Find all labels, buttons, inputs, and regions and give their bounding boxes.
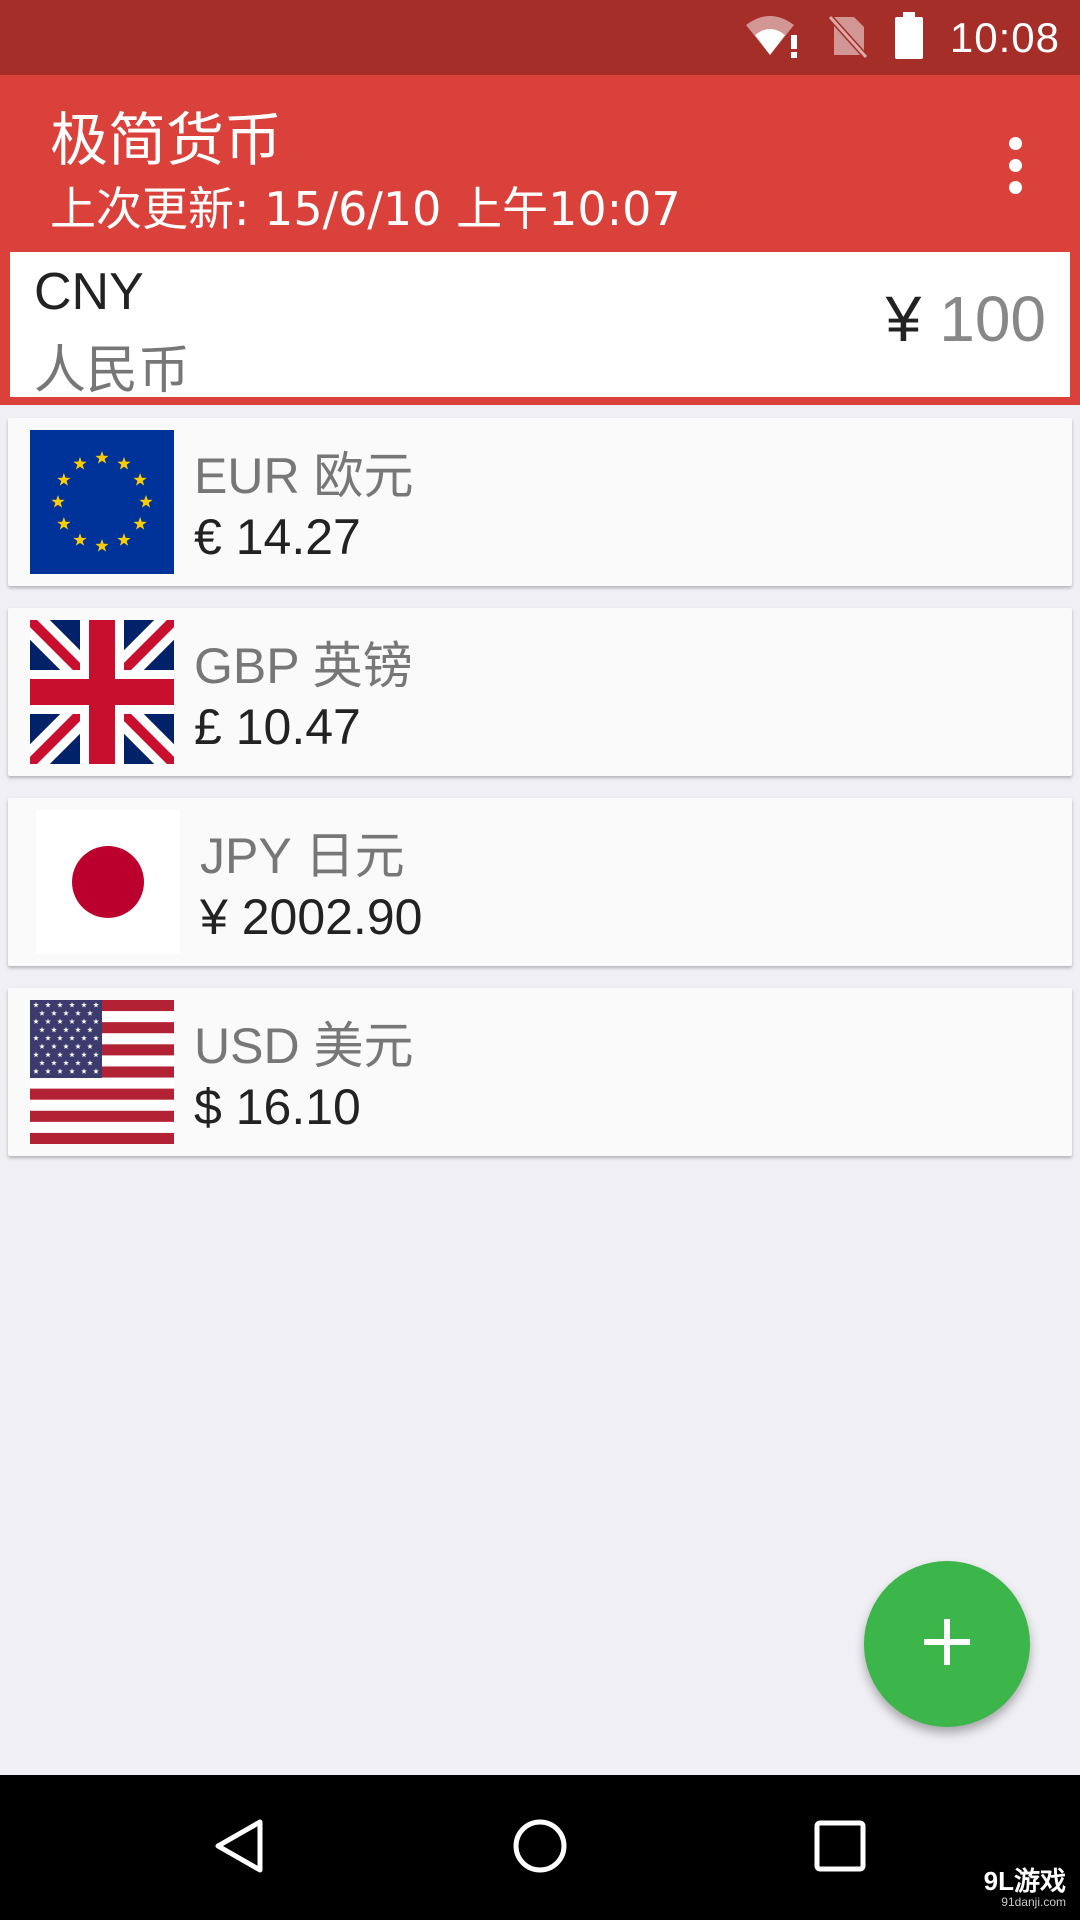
base-amount-value: 100 xyxy=(939,283,1046,355)
back-icon xyxy=(210,1816,270,1880)
battery-icon xyxy=(894,11,924,64)
base-currency-card[interactable]: CNY 人民币 ¥ 100 xyxy=(10,252,1070,401)
base-currency-symbol: ¥ xyxy=(885,283,922,355)
app-title: 极简货币 xyxy=(50,106,283,174)
currency-value: £ 10.47 xyxy=(194,699,361,755)
menu-dot xyxy=(1008,180,1022,194)
watermark-site: 91danji.com xyxy=(1001,1895,1066,1909)
menu-dot xyxy=(1008,158,1022,172)
eu-flag-icon xyxy=(30,430,174,574)
home-icon xyxy=(510,1816,570,1880)
currency-title: USD 美元 xyxy=(194,1018,414,1074)
currency-item-jpy[interactable]: JPY 日元 ¥ 2002.90 xyxy=(8,798,1072,966)
add-currency-button[interactable] xyxy=(864,1561,1030,1727)
us-flag-icon xyxy=(30,1000,174,1144)
status-icons: 10:08 xyxy=(744,0,1060,75)
recents-icon xyxy=(812,1818,868,1878)
currency-item-eur[interactable]: EUR 欧元 € 14.27 xyxy=(8,418,1072,586)
menu-dot xyxy=(1008,136,1022,150)
status-time: 10:08 xyxy=(949,13,1060,61)
currency-value: € 14.27 xyxy=(194,509,361,565)
currency-item-usd[interactable]: USD 美元 $ 16.10 xyxy=(8,988,1072,1156)
currency-title: EUR 欧元 xyxy=(194,448,414,504)
more-vert-icon[interactable] xyxy=(980,125,1050,205)
currency-value: ¥ 2002.90 xyxy=(200,889,423,945)
uk-flag-icon xyxy=(30,620,174,764)
currency-title: GBP 英镑 xyxy=(194,638,413,694)
watermark-brand: 9L游戏 xyxy=(983,1866,1066,1896)
recents-button[interactable] xyxy=(780,1775,900,1920)
status-bar: 10:08 xyxy=(0,0,1080,75)
plus-icon xyxy=(922,1617,972,1671)
navigation-bar xyxy=(0,1775,1080,1920)
wifi-alert-icon xyxy=(744,13,800,63)
base-currency-name: 人民币 xyxy=(34,341,191,401)
currency-item-gbp[interactable]: GBP 英镑 £ 10.47 xyxy=(8,608,1072,776)
currency-title: JPY 日元 xyxy=(200,828,405,884)
home-button[interactable] xyxy=(480,1775,600,1920)
base-currency-code: CNY xyxy=(34,263,144,321)
no-sim-icon xyxy=(826,13,869,63)
japan-flag-icon xyxy=(36,810,180,954)
app-screen: 10:08 极简货币 上次更新: 15/6/10 上午10:07 CNY 人民币… xyxy=(0,0,1080,1920)
last-updated-text: 上次更新: 15/6/10 上午10:07 xyxy=(50,182,681,236)
back-button[interactable] xyxy=(180,1775,300,1920)
watermark: 9L游戏 91danji.com xyxy=(984,1868,1066,1908)
currency-list: EUR 欧元 € 14.27 GBP 英镑 £ 10.47 JPY 日元 ¥ 2… xyxy=(8,418,1072,1178)
base-amount-input[interactable]: ¥ 100 xyxy=(886,282,1046,356)
currency-value: $ 16.10 xyxy=(194,1079,361,1135)
